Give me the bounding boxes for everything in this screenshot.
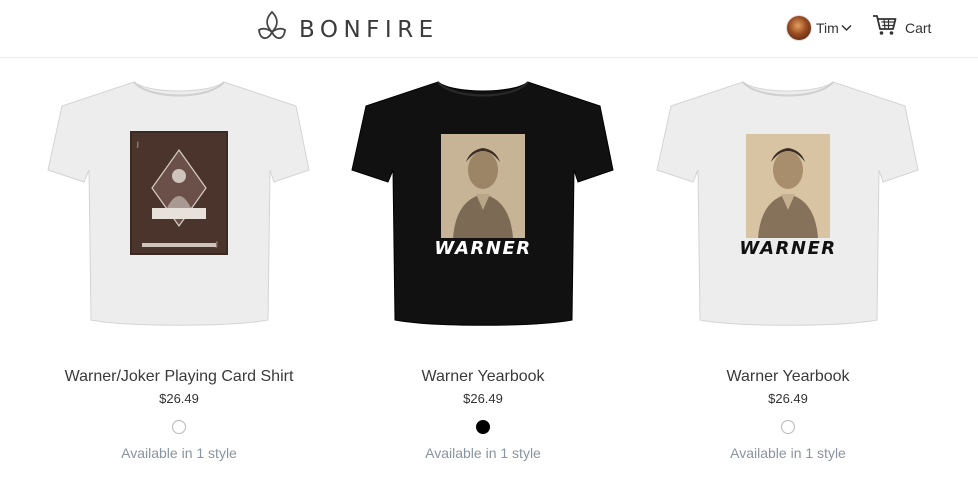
svg-text:J: J: [215, 241, 218, 248]
user-menu[interactable]: Tim: [786, 15, 852, 41]
brand-name: BONFIRE: [299, 16, 439, 43]
chevron-down-icon: [841, 19, 852, 37]
cart-label: Cart: [905, 19, 932, 36]
product-image[interactable]: WARNER: [338, 70, 628, 340]
user-name: Tim: [816, 20, 839, 36]
style-swatch[interactable]: [781, 420, 795, 434]
product-price: $26.49: [463, 391, 503, 406]
product-title[interactable]: Warner Yearbook: [338, 367, 628, 387]
site-header: BONFIRE Tim Cart: [0, 0, 978, 58]
availability-text: Available in 1 style: [121, 445, 237, 461]
availability-text: Available in 1 style: [730, 445, 846, 461]
product-card[interactable]: WARNER Warner Yearbook $26.49 Available …: [338, 70, 628, 461]
avatar: [786, 15, 812, 41]
product-card[interactable]: WARNER Warner Yearbook $26.49 Available …: [643, 70, 933, 461]
product-title[interactable]: Warner Yearbook: [643, 367, 933, 387]
product-card[interactable]: J J Warner/Joker Playing Card Shirt $26.…: [34, 70, 324, 461]
svg-text:J: J: [136, 141, 139, 148]
product-price: $26.49: [159, 391, 199, 406]
shirt-print-text: WARNER: [434, 238, 531, 259]
product-title[interactable]: Warner/Joker Playing Card Shirt: [34, 367, 324, 387]
style-swatch[interactable]: [476, 420, 490, 434]
shirt-print-text: WARNER: [739, 238, 836, 259]
cart-button[interactable]: Cart: [872, 14, 931, 41]
brand-logo[interactable]: BONFIRE: [257, 10, 439, 49]
product-image[interactable]: WARNER: [643, 70, 933, 340]
product-price: $26.49: [768, 391, 808, 406]
product-image[interactable]: J J: [34, 70, 324, 340]
flame-leaf-icon: [257, 10, 287, 49]
availability-text: Available in 1 style: [425, 445, 541, 461]
shopping-cart-icon: [872, 14, 897, 41]
style-swatch[interactable]: [172, 420, 186, 434]
